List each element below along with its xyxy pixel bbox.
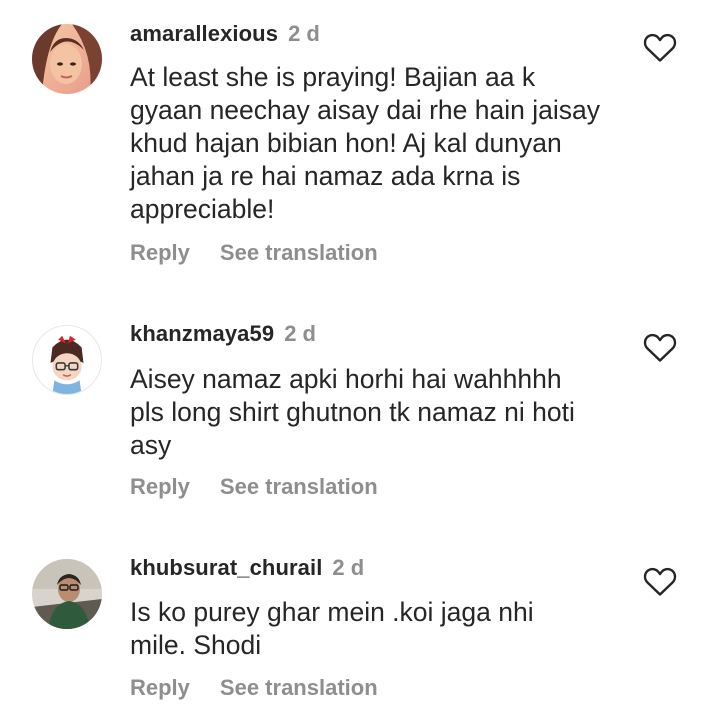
see-translation-link[interactable]: See translation [220,240,378,265]
reply-button[interactable]: Reply [130,474,190,499]
see-translation-link[interactable]: See translation [220,675,378,700]
reply-button[interactable]: Reply [130,675,190,700]
comment-line: gyaan neechay aisay dai rhe hain jaisay [130,95,600,125]
heart-outline-icon[interactable] [643,33,677,63]
comment-text: Is ko purey ghar mein .koi jaga nhi mile… [130,596,640,662]
timestamp: 2 d [284,321,316,346]
comment-actions: Reply See translation [130,240,378,266]
comment-line: Aisey namaz apki horhi hai wahhhhh [130,364,562,394]
comment-line: Is ko purey ghar mein .koi jaga nhi [130,597,534,627]
comment-line: asy [130,430,172,460]
comment-header: khanzmaya59 2 d [130,321,316,347]
reply-button[interactable]: Reply [130,240,190,265]
heart-outline-icon[interactable] [643,333,677,363]
comment-text: Aisey namaz apki horhi hai wahhhhh pls l… [130,363,640,462]
comment-actions: Reply See translation [130,675,378,701]
avatar[interactable] [32,559,102,629]
timestamp: 2 d [288,21,320,46]
avatar[interactable] [32,325,102,395]
comment-line: appreciable! [130,194,275,224]
timestamp: 2 d [332,555,365,580]
see-translation-link[interactable]: See translation [220,474,378,499]
comment-line: jahan ja re hai namaz ada krna is [130,161,521,191]
comment-header: amarallexious 2 d [130,21,320,47]
comment-line: mile. Shodi [130,630,262,660]
username[interactable]: amarallexious [130,21,278,46]
heart-outline-icon[interactable] [643,567,677,597]
comment-line: At least she is praying! Bajian aa k [130,62,536,92]
comment-header: khubsurat_churail 2 d [130,555,364,581]
comment-line: khud hajan bibian hon! Aj kal dunyan [130,128,562,158]
comment-text: At least she is praying! Bajian aa k gya… [130,61,640,226]
username[interactable]: khubsurat_churail [130,555,322,580]
comment-actions: Reply See translation [130,474,378,500]
avatar[interactable] [32,24,102,94]
comment-line: pls long shirt ghutnon tk namaz ni hoti [130,397,575,427]
username[interactable]: khanzmaya59 [130,321,274,346]
